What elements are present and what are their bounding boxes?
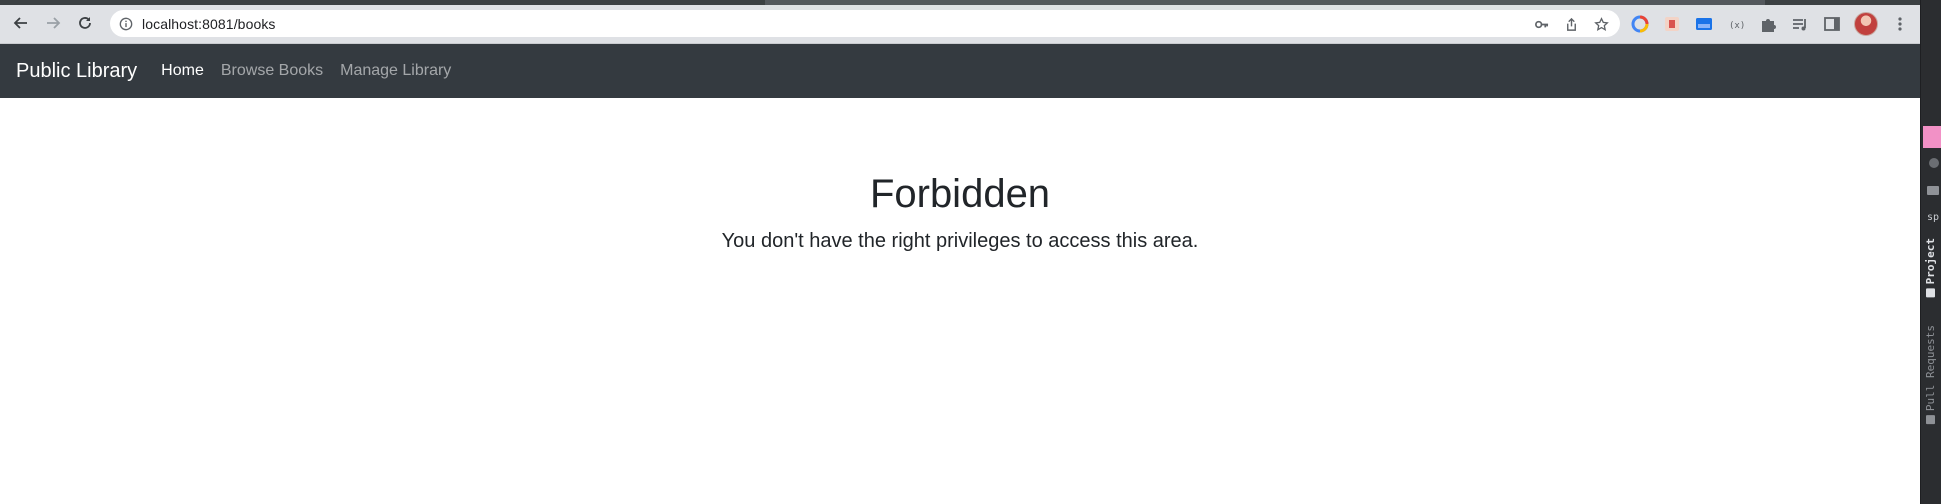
code-icon[interactable]: (x) [1726, 14, 1746, 34]
pull-request-icon [1926, 415, 1935, 425]
svg-text:(x): (x) [1729, 21, 1745, 31]
ide-tab-label: Pull Requests [1924, 325, 1937, 412]
share-icon[interactable] [1562, 15, 1580, 33]
back-button[interactable] [10, 12, 32, 34]
address-bar[interactable]: localhost:8081/books [110, 10, 1620, 37]
nav-link-manage-library[interactable]: Manage Library [340, 62, 451, 80]
browser-toolbar: localhost:8081/books (x) [0, 0, 1920, 44]
media-queue-icon[interactable] [1790, 14, 1810, 34]
tab-strip [0, 0, 1920, 5]
page-title: Forbidden [869, 172, 1051, 216]
screenshot-icon[interactable] [1694, 14, 1714, 34]
side-panel-icon[interactable] [1822, 14, 1842, 34]
brand-link[interactable]: Public Library [16, 60, 137, 83]
extensions-bar: (x) [1630, 12, 1910, 36]
reload-button[interactable] [74, 12, 96, 34]
nav-link-browse-books[interactable]: Browse Books [221, 62, 323, 80]
arrow-right-icon [47, 17, 61, 29]
nav-links: Home Browse Books Manage Library [161, 62, 451, 80]
ide-accent-marker [1923, 126, 1941, 148]
folder-icon [1926, 288, 1935, 298]
main-content: Forbidden You don't have the right privi… [0, 98, 1920, 256]
folder-icon[interactable] [1927, 186, 1939, 195]
key-icon[interactable] [1532, 15, 1550, 33]
forward-button[interactable] [42, 12, 64, 34]
reload-icon [79, 17, 91, 29]
ide-tab-label: Project [1924, 238, 1937, 285]
nav-link-home[interactable]: Home [161, 62, 204, 80]
arrow-left-icon [13, 17, 27, 29]
profile-avatar[interactable] [1854, 12, 1878, 36]
ide-tab-pull-requests[interactable]: Pull Requests [1924, 325, 1937, 425]
ide-tab-project[interactable]: Project [1924, 238, 1937, 298]
ide-partial-label: sp [1927, 212, 1940, 223]
app-navbar: Public Library Home Browse Books Manage … [0, 44, 1920, 98]
color-ring-icon[interactable] [1630, 14, 1650, 34]
more-menu-icon[interactable] [1890, 14, 1910, 34]
ide-sidebar: sp Project Pull Requests [1920, 0, 1941, 504]
info-circle-icon[interactable] [118, 16, 134, 32]
url-text[interactable]: localhost:8081/books [142, 16, 276, 32]
app-icon[interactable] [1662, 14, 1682, 34]
error-message: You don't have the right privileges to a… [721, 230, 1199, 252]
ide-status-dot [1929, 158, 1939, 168]
puzzle-icon[interactable] [1758, 14, 1778, 34]
star-icon[interactable] [1592, 15, 1610, 33]
